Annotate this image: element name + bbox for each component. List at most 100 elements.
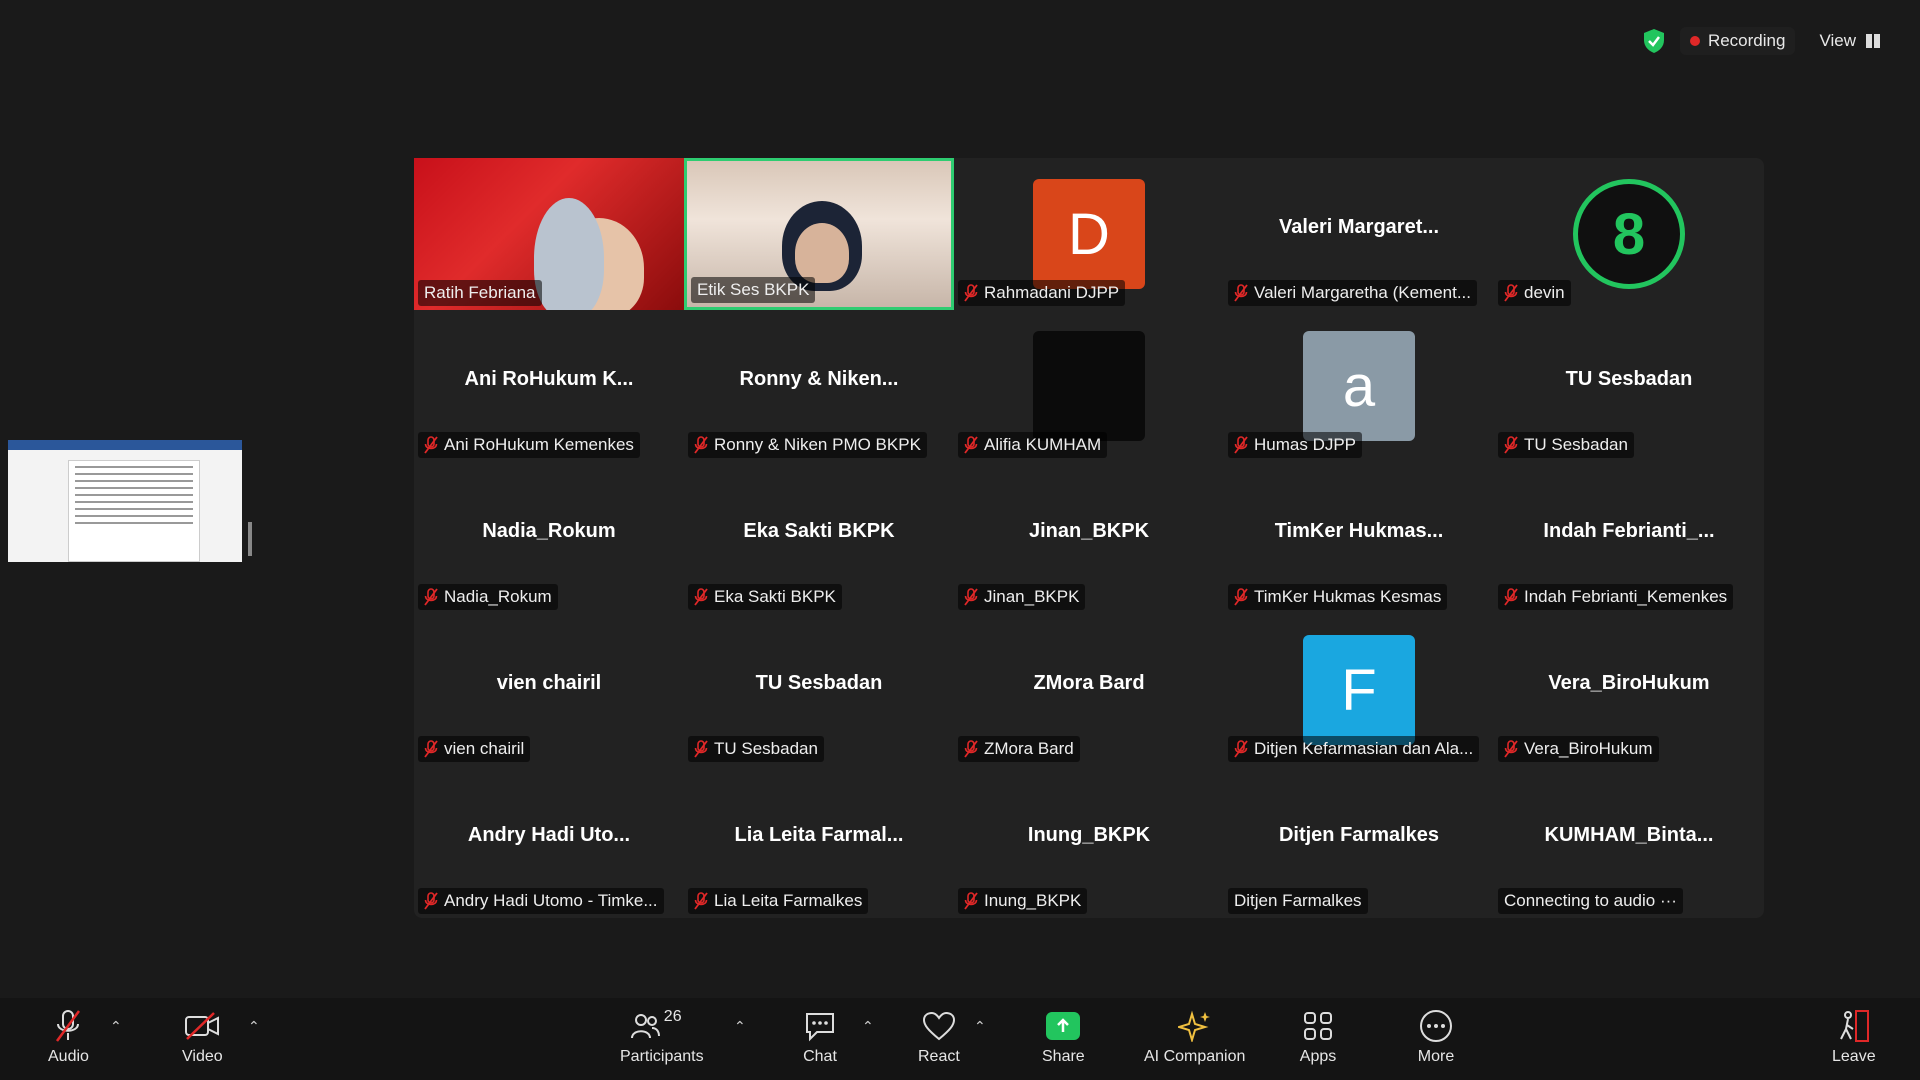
participant-display-name: TU Sesbadan — [1565, 368, 1693, 390]
participant-tile[interactable]: Jinan_BKPK Jinan_BKPK — [954, 462, 1224, 614]
participant-name-label: Andry Hadi Utomo - Timke... — [418, 888, 664, 914]
video-button[interactable]: Video — [182, 1008, 223, 1066]
participant-name-label: Etik Ses BKPK — [691, 277, 816, 303]
recording-indicator[interactable]: Recording — [1679, 27, 1796, 55]
participant-display-name: Andry Hadi Uto... — [467, 824, 631, 846]
participant-name: Ronny & Niken PMO BKPK — [714, 435, 921, 454]
muted-mic-icon — [1234, 740, 1248, 758]
react-options-caret-icon[interactable]: ⌃ — [974, 1018, 986, 1035]
participant-name: Nadia_Rokum — [444, 587, 552, 606]
participant-avatar: D — [1033, 179, 1145, 289]
participant-name: Inung_BKPK — [984, 891, 1082, 910]
muted-mic-icon — [424, 740, 438, 758]
participant-tile[interactable]: ZMora Bard ZMora Bard — [954, 614, 1224, 766]
participant-name-label: Vera_BiroHukum — [1498, 736, 1659, 762]
participant-tile[interactable]: Ditjen Farmalkes Ditjen Farmalkes — [1224, 766, 1494, 918]
audio-button[interactable]: Audio — [48, 1008, 89, 1066]
leave-label: Leave — [1832, 1048, 1876, 1065]
participant-display-name: Valeri Margaret... — [1278, 216, 1440, 238]
participant-name-label: Rahmadani DJPP — [958, 280, 1126, 306]
panel-resize-handle[interactable] — [248, 522, 252, 556]
apps-button[interactable]: Apps — [1298, 1008, 1338, 1066]
participant-tile[interactable]: 8 devin — [1494, 158, 1764, 310]
muted-mic-icon — [424, 892, 438, 910]
participant-name-label: Indah Febrianti_Kemenkes — [1498, 584, 1734, 610]
participant-name: TimKer Hukmas Kesmas — [1254, 587, 1442, 606]
participant-display-name: TimKer Hukmas... — [1274, 520, 1444, 542]
muted-mic-icon — [1234, 284, 1248, 302]
participant-tile[interactable]: Vera_BiroHukum Vera_BiroHukum — [1494, 614, 1764, 766]
muted-mic-icon — [1234, 436, 1248, 454]
participant-display-name: Ditjen Farmalkes — [1278, 824, 1440, 846]
participant-tile[interactable]: TU Sesbadan TU Sesbadan — [1494, 310, 1764, 462]
muted-mic-icon — [694, 588, 708, 606]
leave-button[interactable]: Leave — [1832, 1008, 1876, 1066]
muted-mic-icon — [694, 740, 708, 758]
security-shield-icon[interactable] — [1642, 28, 1666, 54]
participant-name: Eka Sakti BKPK — [714, 587, 836, 606]
meeting-status-bar: Recording View — [1642, 26, 1890, 56]
participants-button[interactable]: 26 Participants — [620, 1008, 704, 1066]
participant-avatar: F — [1303, 635, 1415, 745]
grid-view-icon — [1866, 34, 1880, 48]
chat-options-caret-icon[interactable]: ⌃ — [862, 1018, 874, 1035]
apps-icon — [1304, 1012, 1332, 1040]
participant-tile[interactable]: Nadia_Rokum Nadia_Rokum — [414, 462, 684, 614]
participant-name: Ani RoHukum Kemenkes — [444, 435, 634, 454]
ai-companion-label: AI Companion — [1144, 1048, 1246, 1065]
participant-tile[interactable]: Etik Ses BKPK — [684, 158, 954, 310]
view-button[interactable]: View — [1809, 27, 1890, 55]
more-button[interactable]: More — [1416, 1008, 1456, 1066]
participant-display-name: Lia Leita Farmal... — [734, 824, 904, 846]
participant-tile[interactable]: Lia Leita Farmal... Lia Leita Farmalkes — [684, 766, 954, 918]
participant-tile[interactable]: Ani RoHukum K... Ani RoHukum Kemenkes — [414, 310, 684, 462]
participant-name: TU Sesbadan — [714, 739, 818, 758]
ai-companion-button[interactable]: AI Companion — [1144, 1008, 1245, 1066]
participant-tile[interactable]: KUMHAM_Binta... Connecting to audio ··· — [1494, 766, 1764, 918]
more-label: More — [1417, 1048, 1455, 1065]
muted-mic-icon — [1504, 588, 1518, 606]
participants-icon — [630, 1014, 660, 1039]
react-button[interactable]: React — [918, 1008, 960, 1066]
participant-tile[interactable]: a Humas DJPP — [1224, 310, 1494, 462]
participant-tile[interactable]: TimKer Hukmas... TimKer Hukmas Kesmas — [1224, 462, 1494, 614]
participant-name: Andry Hadi Utomo - Timke... — [444, 891, 658, 910]
participant-tile[interactable]: Ronny & Niken... Ronny & Niken PMO BKPK — [684, 310, 954, 462]
participants-options-caret-icon[interactable]: ⌃ — [734, 1018, 746, 1035]
ai-sparkle-icon — [1177, 1010, 1210, 1042]
muted-mic-icon — [964, 892, 978, 910]
more-ellipsis-icon — [1420, 1010, 1452, 1042]
leave-door-icon — [1839, 1010, 1869, 1042]
muted-mic-icon — [694, 436, 708, 454]
participant-tile[interactable]: Indah Febrianti_... Indah Febrianti_Kemen… — [1494, 462, 1764, 614]
participant-tile[interactable]: Valeri Margaret... Valeri Margaretha (Kem… — [1224, 158, 1494, 310]
muted-mic-icon — [424, 436, 438, 454]
participant-name: Valeri Margaretha (Kement... — [1254, 283, 1471, 302]
participant-tile[interactable]: Andry Hadi Uto... Andry Hadi Utomo - Timk… — [414, 766, 684, 918]
participant-avatar: a — [1303, 331, 1415, 441]
participant-name: devin — [1524, 283, 1565, 302]
participant-tile[interactable]: Inung_BKPK Inung_BKPK — [954, 766, 1224, 918]
participant-tile[interactable]: Eka Sakti BKPK Eka Sakti BKPK — [684, 462, 954, 614]
chat-button[interactable]: Chat — [800, 1008, 840, 1066]
participant-tile[interactable]: D Rahmadani DJPP — [954, 158, 1224, 310]
participant-tile[interactable]: Ratih Febriana — [414, 158, 684, 310]
participant-tile[interactable]: vien chairil vien chairil — [414, 614, 684, 766]
muted-mic-icon — [964, 588, 978, 606]
participant-name: Ratih Febriana — [424, 283, 536, 302]
muted-mic-icon — [424, 588, 438, 606]
thumbnail-titlebar — [8, 440, 242, 450]
participant-tile[interactable]: F Ditjen Kefarmasian dan Ala... — [1224, 614, 1494, 766]
share-button[interactable]: Share — [1042, 1008, 1085, 1066]
participant-tile[interactable]: Alifia KUMHAM — [954, 310, 1224, 462]
participant-tile[interactable]: TU Sesbadan TU Sesbadan — [684, 614, 954, 766]
audio-options-caret-icon[interactable]: ⌃ — [110, 1018, 122, 1035]
view-label: View — [1819, 31, 1856, 50]
recording-dot-icon — [1689, 36, 1700, 46]
video-off-icon — [185, 1012, 220, 1040]
muted-mic-icon — [1234, 588, 1248, 606]
video-options-caret-icon[interactable]: ⌃ — [248, 1018, 260, 1035]
shared-screen-thumbnail[interactable] — [8, 440, 242, 562]
participant-display-name: Indah Febrianti_... — [1543, 520, 1715, 542]
participant-name-label: Connecting to audio ··· — [1498, 888, 1683, 914]
